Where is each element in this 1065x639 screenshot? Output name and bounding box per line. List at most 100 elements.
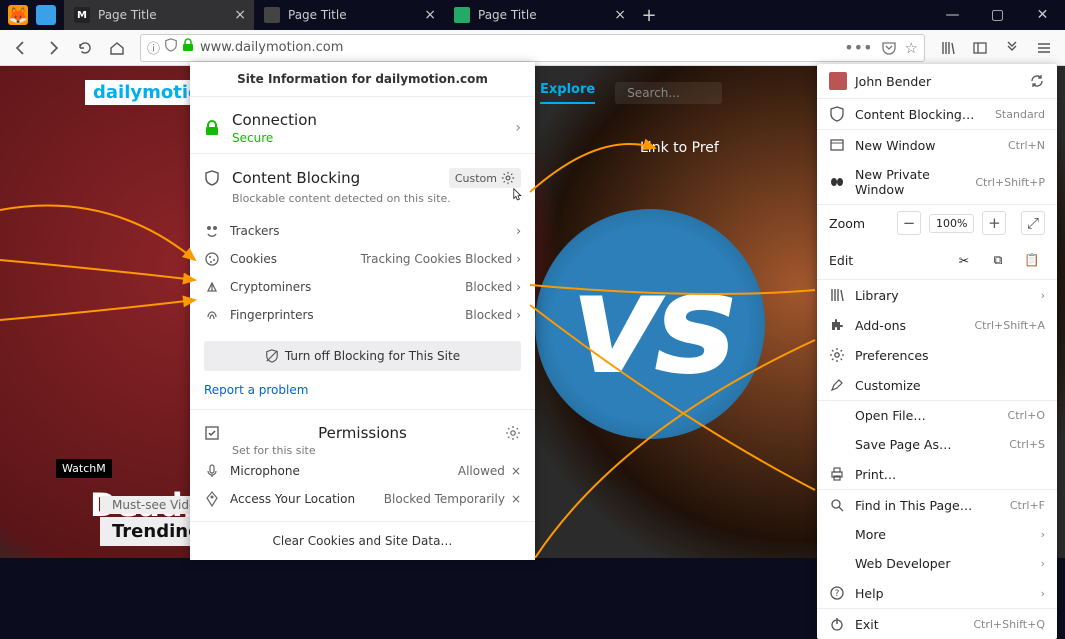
close-icon[interactable]: ×	[234, 7, 246, 23]
overflow-button[interactable]	[997, 33, 1027, 63]
menu-edit-row: Edit ✂ ⧉ 📋	[817, 241, 1057, 279]
back-button[interactable]	[6, 33, 36, 63]
chevron-right-icon: ›	[516, 252, 521, 266]
item-label: Cryptominers	[230, 280, 311, 294]
window-controls: — ▢ ✕	[930, 0, 1065, 30]
perm-label: Microphone	[230, 464, 300, 478]
lock-icon[interactable]	[182, 38, 194, 52]
shield-icon[interactable]	[164, 38, 178, 52]
paste-button[interactable]: 📋	[1019, 247, 1045, 273]
connection-section[interactable]: Connection Secure ›	[190, 97, 535, 154]
menu-content-blocking[interactable]: Content Blocking… Standard	[817, 99, 1057, 129]
zoom-out-button[interactable]: −	[897, 211, 921, 235]
minimize-button[interactable]: —	[930, 0, 975, 30]
menu-exit[interactable]: Exit Ctrl+Shift+Q	[817, 609, 1057, 639]
shield-icon	[204, 170, 220, 186]
pocket-icon[interactable]	[881, 40, 897, 56]
chevron-right-icon: ›	[515, 120, 521, 136]
firefox-icon[interactable]: 🦊	[8, 5, 28, 25]
menu-customize[interactable]: Customize	[817, 370, 1057, 400]
site-info-header: Site Information for dailymotion.com	[190, 62, 535, 97]
fingerprint-icon	[204, 307, 220, 323]
menu-library[interactable]: Library ›	[817, 280, 1057, 310]
menu-new-window[interactable]: New Window Ctrl+N	[817, 130, 1057, 160]
item-label: Trackers	[230, 224, 280, 238]
new-tab-button[interactable]: +	[634, 0, 664, 30]
puzzle-icon	[829, 317, 845, 333]
content-blocking-section: Content Blocking Custom Blockable conten…	[190, 154, 535, 410]
item-status: Blocked	[465, 280, 512, 294]
tab-2[interactable]: Page Title ×	[254, 0, 444, 30]
menu-preferences[interactable]: Preferences	[817, 340, 1057, 370]
hamburger-menu-button[interactable]	[1029, 33, 1059, 63]
gear-icon[interactable]	[505, 425, 521, 441]
cookie-icon	[204, 251, 220, 267]
menu-new-private-window[interactable]: New Private Window Ctrl+Shift+P	[817, 160, 1057, 204]
home-button[interactable]	[102, 33, 132, 63]
remove-icon[interactable]: ×	[511, 492, 521, 506]
copy-button[interactable]: ⧉	[985, 247, 1011, 273]
item-label: Find in This Page…	[855, 498, 972, 513]
shortcut: Ctrl+N	[1008, 139, 1045, 152]
cb-item-fingerprinters[interactable]: Fingerprinters Blocked›	[204, 301, 521, 329]
menu-webdev[interactable]: Web Developer ›	[817, 549, 1057, 578]
fullscreen-button[interactable]: ⤢	[1021, 211, 1045, 235]
nav-explore[interactable]: Explore	[540, 82, 595, 104]
menu-addons[interactable]: Add-ons Ctrl+Shift+A	[817, 310, 1057, 340]
menu-more[interactable]: More ›	[817, 520, 1057, 549]
chevron-right-icon: ›	[1041, 289, 1045, 302]
menu-find[interactable]: Find in This Page… Ctrl+F	[817, 490, 1057, 520]
page-actions-icon[interactable]: •••	[844, 38, 872, 57]
item-label: Web Developer	[855, 556, 951, 571]
tab-3[interactable]: Page Title ×	[444, 0, 634, 30]
zoom-in-button[interactable]: +	[982, 211, 1006, 235]
menu-print[interactable]: Print…	[817, 459, 1057, 489]
perm-microphone: Microphone Allowed×	[204, 457, 521, 485]
cryptominer-icon	[204, 279, 220, 295]
favicon: M	[74, 7, 90, 23]
tab-strip: M Page Title × Page Title × Page Title ×…	[64, 0, 930, 30]
lock-icon	[204, 120, 220, 136]
channel-badge[interactable]: WatchM	[56, 459, 112, 478]
reload-button[interactable]	[70, 33, 100, 63]
remove-icon[interactable]: ×	[511, 464, 521, 478]
cb-item-trackers[interactable]: Trackers ›	[204, 217, 521, 245]
site-topnav: Explore Search...	[540, 82, 722, 104]
bookmark-star-icon[interactable]: ☆	[905, 39, 918, 57]
site-search-input[interactable]: Search...	[615, 82, 722, 104]
perm-label: Access Your Location	[230, 492, 355, 506]
close-icon[interactable]: ×	[614, 7, 626, 23]
menu-open-file[interactable]: Open File… Ctrl+O	[817, 401, 1057, 430]
info-icon[interactable]: ⓘ	[147, 38, 160, 57]
search-icon	[829, 497, 845, 513]
turn-off-blocking-button[interactable]: Turn off Blocking for This Site	[204, 341, 521, 371]
forward-button[interactable]	[38, 33, 68, 63]
cut-button[interactable]: ✂	[951, 247, 977, 273]
pinned-app-icon[interactable]	[36, 5, 56, 25]
menu-account-row[interactable]: John Bender	[817, 64, 1057, 99]
cb-item-cryptominers[interactable]: Cryptominers Blocked›	[204, 273, 521, 301]
site-info-panel: Site Information for dailymotion.com Con…	[190, 62, 535, 560]
content-blocking-level-badge[interactable]: Custom	[449, 168, 521, 188]
library-button[interactable]	[933, 33, 963, 63]
help-icon: ?	[829, 585, 845, 601]
cb-item-cookies[interactable]: Cookies Tracking Cookies Blocked›	[204, 245, 521, 273]
tab-1[interactable]: M Page Title ×	[64, 0, 254, 30]
close-icon[interactable]: ×	[424, 7, 436, 23]
report-problem-link[interactable]: Report a problem	[204, 383, 308, 397]
shortcut: Ctrl+O	[1008, 409, 1045, 422]
menu-save-page[interactable]: Save Page As… Ctrl+S	[817, 430, 1057, 459]
close-button[interactable]: ✕	[1020, 0, 1065, 30]
permissions-section: Permissions Set for this site Microphone…	[190, 410, 535, 522]
url-bar[interactable]: ⓘ www.dailymotion.com ••• ☆	[140, 34, 925, 62]
main-toolbar: ⓘ www.dailymotion.com ••• ☆	[0, 30, 1065, 66]
maximize-button[interactable]: ▢	[975, 0, 1020, 30]
clear-cookies-button[interactable]: Clear Cookies and Site Data…	[190, 522, 535, 560]
sidebar-button[interactable]	[965, 33, 995, 63]
menu-help[interactable]: ? Help ›	[817, 578, 1057, 608]
sync-icon[interactable]	[1029, 73, 1045, 89]
item-label: New Window	[855, 138, 936, 153]
tracker-icon	[204, 223, 220, 239]
brush-icon	[829, 377, 845, 393]
item-label: Fingerprinters	[230, 308, 314, 322]
